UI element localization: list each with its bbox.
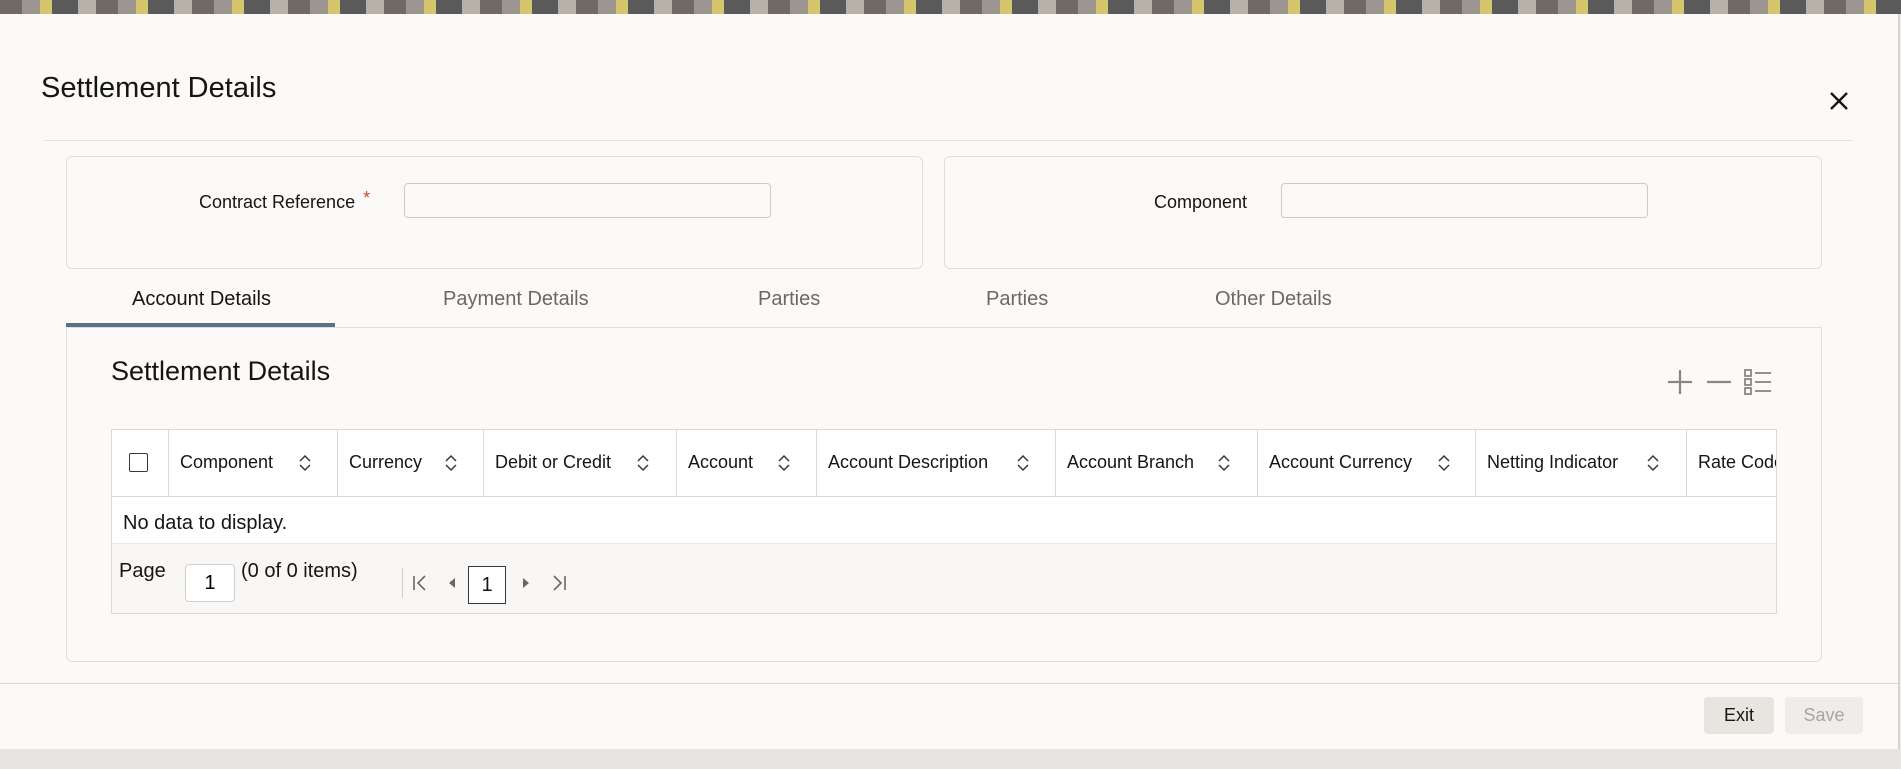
column-header-account[interactable]: Account (677, 430, 817, 496)
sort-icon[interactable] (1017, 453, 1029, 473)
column-label: Account (688, 452, 754, 472)
previous-page-icon[interactable] (442, 573, 462, 593)
column-label: Debit or Credit (495, 452, 612, 472)
page-number-input[interactable] (185, 564, 235, 602)
current-page-button[interactable]: 1 (468, 566, 506, 604)
column-label: Account Description (828, 452, 989, 472)
column-label: Component (180, 452, 274, 472)
tab-parties[interactable]: Parties (758, 288, 820, 311)
contract-reference-input[interactable] (404, 183, 771, 218)
tab-payment-details[interactable]: Payment Details (443, 288, 589, 311)
items-count: (0 of 0 items) (241, 560, 358, 582)
component-input[interactable] (1281, 183, 1648, 218)
exit-button[interactable]: Exit (1704, 697, 1774, 734)
sort-icon[interactable] (1647, 453, 1659, 473)
sort-icon[interactable] (637, 453, 649, 473)
sort-icon[interactable] (1438, 453, 1450, 473)
column-label: Account Branch (1067, 452, 1195, 472)
delete-row-icon[interactable] (1703, 366, 1735, 398)
column-header-account-branch[interactable]: Account Branch (1056, 430, 1258, 496)
column-header-component[interactable]: Component (169, 430, 338, 496)
tab-parties-2[interactable]: Parties (986, 288, 1048, 311)
required-indicator: * (363, 188, 371, 208)
sort-icon[interactable] (299, 453, 311, 473)
column-label: Netting Indicator (1487, 452, 1619, 472)
tab-account-details[interactable]: Account Details (132, 288, 271, 311)
window-top-strip (0, 0, 1901, 14)
save-button[interactable]: Save (1785, 697, 1863, 734)
select-column (112, 430, 169, 496)
tab-other-details[interactable]: Other Details (1215, 288, 1332, 311)
empty-grid-message: No data to display. (123, 512, 288, 534)
window-bottom-strip (0, 749, 1901, 769)
last-page-icon[interactable] (549, 573, 569, 593)
column-header-netting-indicator[interactable]: Netting Indicator (1476, 430, 1687, 496)
title-divider (45, 140, 1853, 141)
column-header-rate-code[interactable]: Rate Code (1687, 430, 1777, 496)
sort-icon[interactable] (445, 453, 457, 473)
column-label: Rate Code (1698, 452, 1777, 472)
column-header-currency[interactable]: Currency (338, 430, 484, 496)
add-row-icon[interactable] (1664, 366, 1696, 398)
contract-reference-label: Contract Reference * (199, 188, 371, 212)
next-page-icon[interactable] (516, 573, 536, 593)
column-header-account-currency[interactable]: Account Currency (1258, 430, 1476, 496)
first-page-icon[interactable] (410, 573, 430, 593)
column-header-debit-or-credit[interactable]: Debit or Credit (484, 430, 677, 496)
section-title: Settlement Details (111, 356, 331, 386)
pagination-bar (112, 543, 1776, 613)
page-label: Page (119, 560, 166, 582)
single-view-icon[interactable] (1742, 366, 1774, 398)
sort-icon[interactable] (1218, 453, 1230, 473)
settlement-details-grid: Component Currency Debit or Credit Accou… (111, 429, 1777, 614)
column-label: Currency (349, 452, 423, 472)
component-label: Component (1154, 192, 1248, 212)
column-label: Account Currency (1269, 452, 1413, 472)
pager-divider (402, 568, 403, 598)
sort-icon[interactable] (778, 453, 790, 473)
close-icon[interactable] (1824, 86, 1854, 116)
footer-divider (0, 683, 1898, 684)
grid-header: Component Currency Debit or Credit Accou… (112, 430, 1776, 497)
dialog-title: Settlement Details (41, 72, 277, 104)
column-header-account-description[interactable]: Account Description (817, 430, 1056, 496)
select-all-checkbox[interactable] (129, 453, 148, 472)
